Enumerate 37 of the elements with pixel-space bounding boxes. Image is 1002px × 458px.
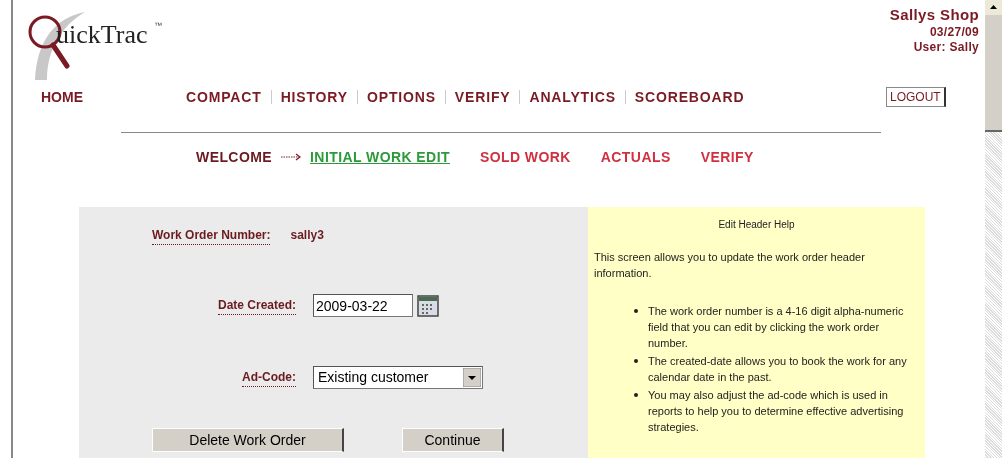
bullet-icon <box>634 393 638 397</box>
bullet-icon <box>634 359 638 363</box>
step-link[interactable]: WELCOME <box>196 146 273 168</box>
user-text: User: Sally <box>913 39 979 55</box>
dropdown-arrow-icon <box>463 368 481 387</box>
work-order-number: sally3 <box>290 227 324 244</box>
help-bullet-text: The created-date allows you to book the work for any calendar date in the past. <box>648 354 908 385</box>
date-text: 03/27/09 <box>929 24 979 40</box>
scrollbar-thumb[interactable] <box>985 15 1002 132</box>
arrow-icon <box>280 153 303 161</box>
step-link[interactable]: VERIFY <box>700 146 754 168</box>
help-bullet-text: You may also adjust the ad-code which is used in reports to help you to determine effective advertising strategies. <box>648 388 905 435</box>
trademark-text: ™ <box>154 20 162 32</box>
step-link[interactable]: ACTUALS <box>600 146 671 168</box>
date-field[interactable]: 2009-03-22 <box>313 294 413 317</box>
help-title: Edit Header Help <box>718 218 795 232</box>
delete-button[interactable]: Delete Work Order <box>152 428 344 452</box>
calendar-icon[interactable] <box>417 294 439 317</box>
nav-link[interactable]: COMPACT <box>186 86 262 108</box>
help-bullet-text: The work order number is a 4-16 digit alpha-numeric field that you can edit by clicking the work order number. <box>648 304 905 351</box>
logout-button[interactable]: LOGOUT <box>886 87 946 107</box>
home-link[interactable]: HOME <box>41 86 83 108</box>
field-label: Work Order Number: <box>152 225 271 245</box>
bullet-icon <box>634 309 638 313</box>
ad-code-dropdown[interactable]: Existing customer <box>313 366 483 389</box>
nav-link[interactable]: ANALYTICS <box>529 86 616 108</box>
shop-name: Sallys Shop <box>889 6 979 25</box>
continue-button[interactable]: Continue <box>402 428 504 452</box>
nav-link[interactable]: SCOREBOARD <box>634 86 745 108</box>
field-label: Ad-Code: <box>242 368 296 387</box>
step-link[interactable]: INITIAL WORK EDIT <box>310 146 450 168</box>
field-label: Date Created: <box>217 296 296 315</box>
nav-link[interactable]: HISTORY <box>280 86 348 108</box>
step-link[interactable]: SOLD WORK <box>479 146 571 168</box>
nav-link[interactable]: OPTIONS <box>366 86 436 108</box>
nav-link[interactable]: VERIFY <box>454 86 511 108</box>
help-text: This screen allows you to update the work order header information. <box>594 250 866 281</box>
